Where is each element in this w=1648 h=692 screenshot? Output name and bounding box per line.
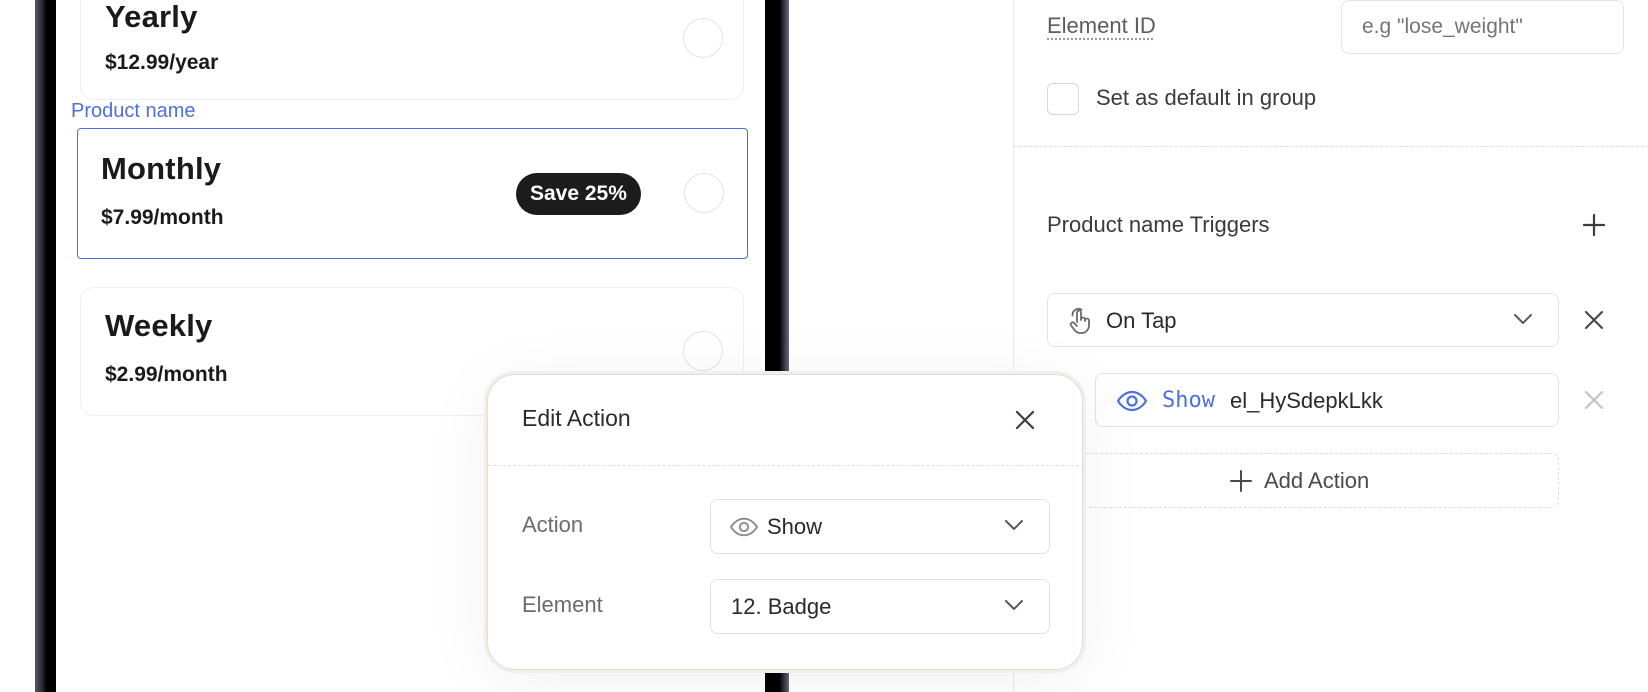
- tap-hand-icon: [1066, 306, 1094, 336]
- section-divider: [1014, 146, 1648, 147]
- product-name-label: Product name: [71, 100, 196, 122]
- action-field-label: Action: [522, 512, 584, 537]
- element-select-value: 12. Badge: [731, 594, 832, 619]
- element-field-label: Element: [522, 592, 603, 617]
- eye-icon: [729, 514, 759, 540]
- remove-trigger-close-icon[interactable]: [1577, 303, 1611, 337]
- eye-icon: [1116, 387, 1148, 415]
- element-id-input[interactable]: [1341, 0, 1624, 54]
- plus-icon: [1228, 468, 1254, 494]
- default-in-group-label: Set as default in group: [1096, 85, 1317, 110]
- plan-radio[interactable]: [683, 331, 723, 371]
- trigger-label: On Tap: [1106, 308, 1177, 333]
- action-select[interactable]: Show: [710, 499, 1050, 554]
- plan-card-yearly[interactable]: Yearly $12.99/year: [80, 0, 744, 100]
- element-select[interactable]: 12. Badge: [710, 579, 1050, 634]
- trigger-select[interactable]: On Tap: [1047, 293, 1559, 347]
- add-action-button[interactable]: Add Action: [1047, 453, 1559, 508]
- popup-divider: [488, 465, 1084, 466]
- phone-frame-left: [35, 0, 56, 692]
- chevron-down-icon: [1003, 517, 1025, 533]
- plan-card-monthly[interactable]: Monthly $7.99/month Save 25%: [77, 128, 748, 259]
- close-popup-icon[interactable]: [1008, 403, 1042, 437]
- plan-name: Monthly: [101, 151, 222, 186]
- element-id-label: Element ID: [1047, 13, 1156, 38]
- plan-radio[interactable]: [683, 18, 723, 58]
- action-keyword: Show: [1162, 388, 1215, 413]
- remove-action-close-icon[interactable]: [1577, 383, 1611, 417]
- action-row[interactable]: Show el_HySdepkLkk: [1095, 373, 1559, 427]
- plan-name: Yearly: [105, 0, 198, 34]
- plan-name: Weekly: [105, 308, 213, 343]
- action-target: el_HySdepkLkk: [1230, 388, 1383, 413]
- plan-price: $2.99/month: [105, 363, 228, 386]
- save-badge: Save 25%: [516, 173, 641, 215]
- plan-price: $12.99/year: [105, 51, 219, 74]
- action-select-value: Show: [767, 514, 823, 539]
- chevron-down-icon: [1003, 597, 1025, 613]
- properties-panel: Element ID Set as default in group Produ…: [1013, 0, 1648, 692]
- triggers-title: Product name Triggers: [1047, 212, 1270, 237]
- add-action-label: Add Action: [1264, 468, 1370, 493]
- plan-price: $7.99/month: [101, 206, 224, 229]
- add-trigger-plus-icon[interactable]: [1577, 208, 1611, 242]
- plan-radio[interactable]: [684, 173, 724, 213]
- default-in-group-checkbox[interactable]: [1047, 83, 1079, 115]
- edit-action-popup: Edit Action Action Show Element 12. Badg…: [487, 374, 1084, 670]
- chevron-down-icon: [1512, 311, 1534, 327]
- popup-title: Edit Action: [522, 405, 631, 431]
